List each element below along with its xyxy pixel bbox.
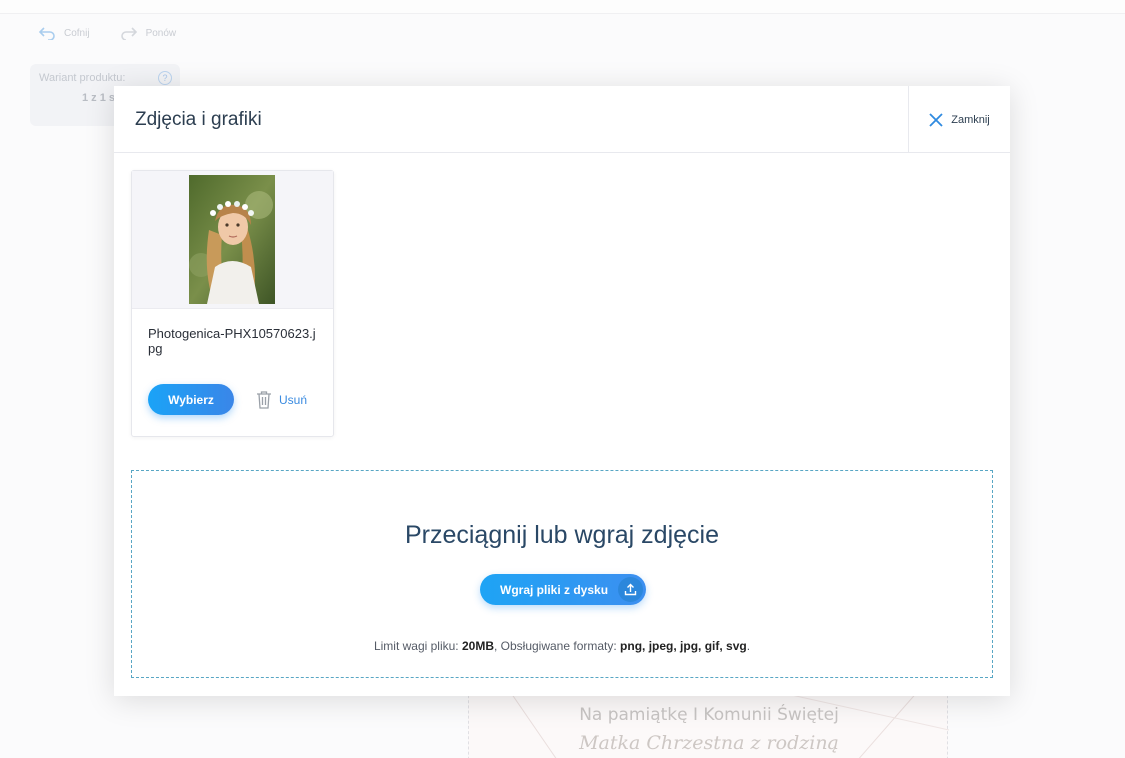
canvas-text-line1: Na pamiątkę I Komunii Świętej — [579, 705, 839, 725]
images-modal: Zdjęcia i grafiki Zamknij Photogenica-PH… — [114, 86, 1010, 696]
modal-title: Zdjęcia i grafiki — [135, 109, 262, 130]
image-filename: Photogenica-PHX10570623.jpg — [148, 326, 316, 356]
canvas-text-line2: Matka Chrzestna z rodziną — [579, 732, 839, 754]
upload-dropzone[interactable]: Przeciągnij lub wgraj zdjęcie Wgraj plik… — [131, 470, 993, 678]
upload-icon — [624, 583, 637, 596]
image-card: Photogenica-PHX10570623.jpg Wybierz Usuń — [131, 170, 334, 437]
formats-label: , Obsługiwane formaty: — [493, 639, 621, 653]
undo-label: Cofnij — [64, 27, 90, 39]
select-image-button[interactable]: Wybierz — [148, 384, 234, 415]
undo-button[interactable]: Cofnij — [38, 26, 90, 40]
upload-icon-wrap — [618, 577, 643, 602]
upload-limits: Limit wagi pliku: 20MB, Obsługiwane form… — [132, 639, 992, 653]
variant-label: Wariant produktu: — [39, 72, 126, 84]
limits-trailing: . — [746, 639, 751, 653]
photo-graphic — [189, 175, 275, 304]
dropzone-title: Przeciągnij lub wgraj zdjęcie — [404, 521, 720, 549]
modal-header: Zdjęcia i grafiki Zamknij — [114, 86, 1010, 153]
trash-icon — [257, 391, 271, 409]
redo-label: Ponów — [145, 27, 177, 39]
help-icon[interactable]: ? — [158, 71, 172, 85]
image-thumbnail[interactable] — [189, 175, 275, 304]
delete-label: Usuń — [279, 392, 308, 407]
upload-button-label: Wgraj pliki z dysku — [500, 583, 609, 597]
variant-count: 1 z 1 s — [82, 92, 116, 104]
limit-label: Limit wagi pliku: — [373, 639, 462, 653]
limit-value: 20MB — [461, 639, 494, 653]
upload-button[interactable]: Wgraj pliki z dysku — [480, 574, 646, 605]
close-label: Zamknij — [951, 113, 990, 126]
formats-value: png, jpeg, jpg, gif, svg — [620, 639, 747, 653]
redo-button[interactable]: Ponów — [120, 26, 177, 40]
delete-image-button[interactable]: Usuń — [256, 390, 307, 409]
image-preview-area — [132, 171, 333, 309]
close-icon — [929, 112, 943, 127]
redo-icon — [120, 27, 137, 40]
close-button[interactable]: Zamknij — [908, 86, 1010, 153]
editor-topbar — [0, 0, 1125, 14]
design-canvas: Na pamiątkę I Komunii Świętej Matka Chrz… — [468, 690, 949, 758]
editor-toolbar: Cofnij Ponów — [12, 14, 1125, 52]
undo-icon — [38, 27, 55, 40]
